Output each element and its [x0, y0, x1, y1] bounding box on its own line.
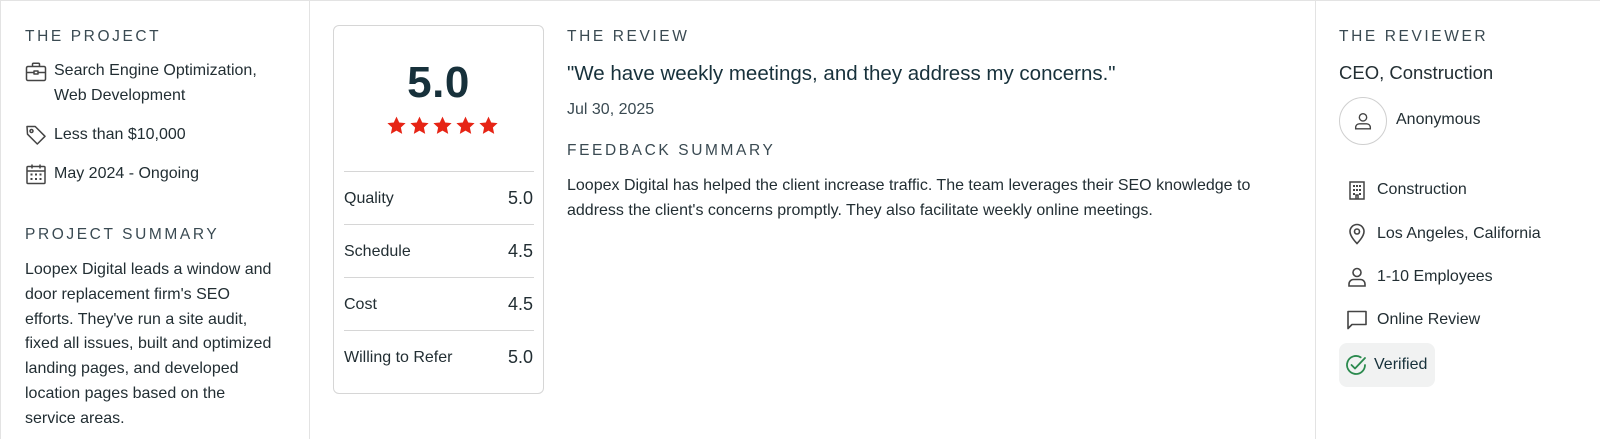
briefcase-icon — [24, 60, 48, 84]
rating-divider — [344, 224, 534, 225]
reviewer-role: CEO, Construction — [1339, 62, 1494, 83]
verified-label: Verified — [1374, 356, 1428, 373]
project-service-line2: Web Development — [54, 87, 186, 104]
reviewer-company-size: 1-10 Employees — [1377, 268, 1493, 285]
column-divider — [1315, 0, 1316, 439]
feedback-summary-heading: FEEDBACK SUMMARY — [567, 142, 776, 159]
star-rating — [386, 115, 499, 137]
review-heading: THE REVIEW — [567, 28, 690, 45]
star-icon — [387, 116, 406, 134]
project-summary-line: fixed all issues, built and optimized — [25, 335, 272, 353]
overall-rating: 5.0 — [407, 58, 470, 107]
rating-value-refer: 5.0 — [507, 347, 533, 367]
rating-value-schedule: 4.5 — [507, 241, 533, 261]
star-icon — [433, 116, 452, 134]
reviewer-review-type: Online Review — [1377, 311, 1481, 328]
project-service-line1: Search Engine Optimization, — [54, 62, 257, 79]
verified-badge: Verified — [1339, 343, 1435, 387]
column-divider — [309, 0, 310, 439]
calendar-icon — [24, 162, 48, 186]
chat-bubble-icon — [1345, 308, 1369, 332]
review-date: Jul 30, 2025 — [567, 101, 655, 118]
rating-label-cost: Cost — [344, 296, 377, 313]
reviewer-industry: Construction — [1377, 181, 1467, 198]
project-summary-line: service areas. — [25, 409, 125, 427]
project-summary-heading: PROJECT SUMMARY — [25, 226, 220, 243]
person-icon — [1345, 265, 1369, 289]
rating-card: 5.0 Quality 5.0 Schedule 4.5 Cost 4.5 Wi… — [333, 25, 544, 394]
rating-divider — [344, 277, 534, 278]
rating-value-quality: 5.0 — [507, 188, 533, 208]
rating-divider — [344, 330, 534, 331]
check-circle-icon — [1344, 353, 1368, 377]
project-summary-line: efforts. They've run a site audit, — [25, 310, 248, 328]
rating-label-quality: Quality — [344, 190, 394, 207]
project-summary-line: door replacement firm's SEO — [25, 285, 230, 303]
rating-divider — [344, 171, 534, 172]
price-tag-icon — [24, 123, 48, 147]
project-summary-line: landing pages, and developed — [25, 360, 239, 378]
location-pin-icon — [1345, 222, 1369, 246]
rating-label-schedule: Schedule — [344, 243, 411, 260]
project-heading: THE PROJECT — [25, 28, 162, 45]
feedback-summary-line: Loopex Digital has helped the client inc… — [567, 177, 1251, 194]
feedback-summary-text: Loopex Digital has helped the client inc… — [567, 174, 1250, 224]
project-summary-text: Loopex Digital leads a window and door r… — [25, 258, 271, 432]
star-icon — [410, 116, 429, 134]
review-quote: "We have weekly meetings, and they addre… — [567, 62, 1116, 85]
avatar — [1339, 97, 1387, 145]
person-icon — [1354, 112, 1372, 130]
reviewer-name: Anonymous — [1396, 111, 1481, 128]
project-timeline: May 2024 - Ongoing — [54, 165, 199, 182]
reviewer-heading: THE REVIEWER — [1339, 28, 1489, 45]
star-icon — [456, 116, 475, 134]
rating-label-refer: Willing to Refer — [344, 349, 453, 366]
reviewer-location: Los Angeles, California — [1377, 225, 1541, 242]
building-icon — [1345, 178, 1369, 202]
feedback-summary-line: address the client's concerns promptly. … — [567, 201, 1153, 219]
rating-value-cost: 4.5 — [507, 294, 533, 314]
star-icon — [479, 116, 498, 134]
project-summary-line: Loopex Digital leads a window and — [25, 261, 272, 278]
project-summary-line: location pages based on the — [25, 384, 226, 402]
project-budget: Less than $10,000 — [54, 126, 186, 143]
